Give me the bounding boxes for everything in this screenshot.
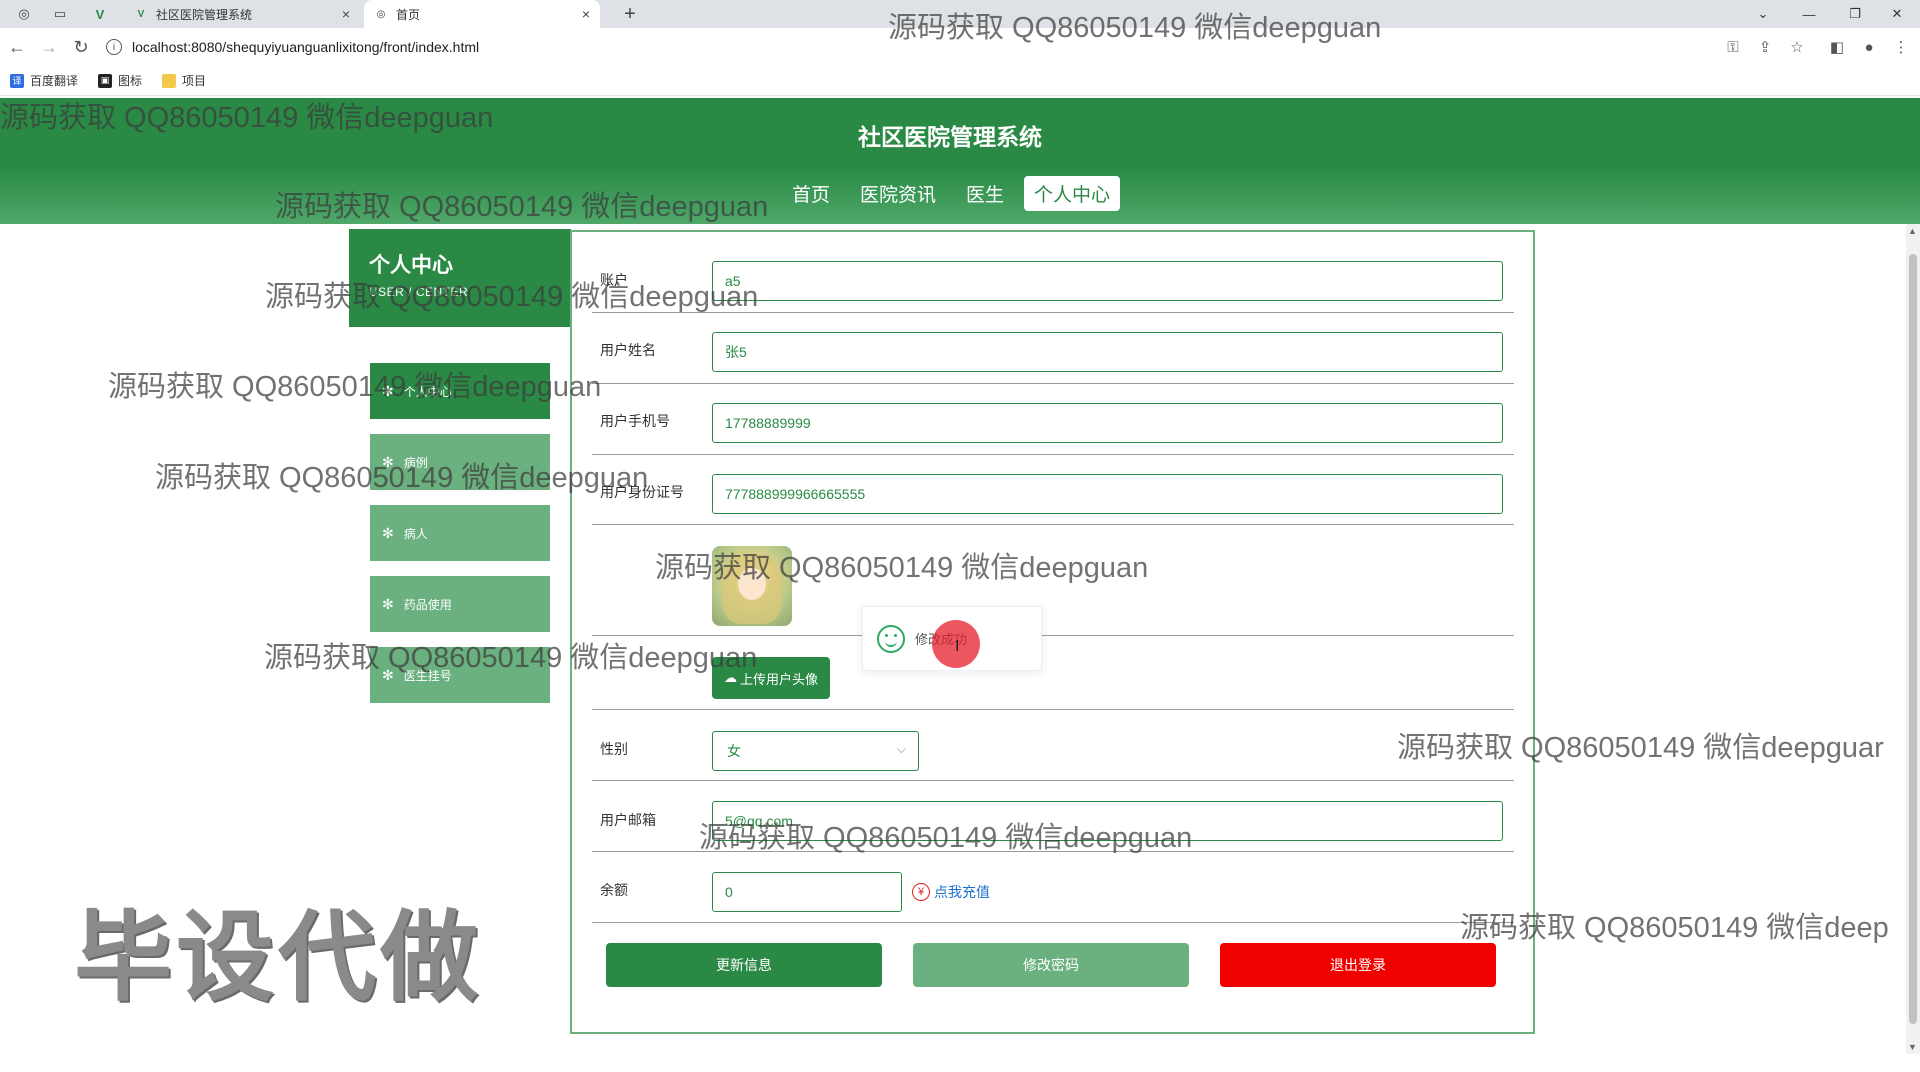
tab-home[interactable]: ◎ 首页 × — [364, 0, 600, 28]
pinned-tab-1[interactable]: ◎ — [8, 0, 40, 28]
scroll-down-icon[interactable]: ▼ — [1908, 1042, 1917, 1052]
snowflake-icon: ✻ — [382, 524, 394, 541]
folder-icon — [162, 73, 177, 88]
account-input[interactable]: a5 — [712, 261, 1503, 301]
phone-input[interactable]: 17788889999 — [712, 403, 1503, 443]
translate-icon: 译 — [10, 73, 24, 88]
balance-label: 余额 — [600, 882, 628, 898]
gender-select[interactable]: 女 ⌵ — [712, 731, 919, 771]
logout-button[interactable]: 退出登录 — [1220, 943, 1496, 987]
back-icon[interactable]: ← — [6, 36, 28, 58]
watermark-big: 毕设代做 — [74, 902, 483, 1012]
sidebar-item-patients[interactable]: ✻ 病人 — [370, 505, 550, 561]
pinned-tab-2[interactable]: ▭ — [44, 0, 76, 28]
tab-hospital-system[interactable]: V 社区医院管理系统 × — [124, 0, 360, 28]
sidebar-item-registration[interactable]: ✻ 医生挂号 — [370, 647, 550, 703]
forward-icon[interactable]: → — [38, 36, 60, 58]
image-icon: ▣ — [98, 73, 113, 88]
close-tab-icon[interactable]: × — [342, 6, 350, 22]
reload-icon[interactable]: ↻ — [70, 36, 92, 58]
name-label: 用户姓名 — [600, 342, 656, 358]
site-title: 社区医院管理系统 — [858, 124, 1042, 150]
pinned-tab-3[interactable]: V — [84, 0, 116, 28]
info-icon[interactable]: i — [106, 39, 122, 55]
restore-icon[interactable]: ❐ — [1832, 0, 1878, 28]
divider — [592, 709, 1514, 710]
nav-news[interactable]: 医院资讯 — [850, 176, 946, 211]
tab-title: 首页 — [396, 7, 421, 22]
nav-doctors[interactable]: 医生 — [956, 176, 1014, 211]
divider — [592, 780, 1514, 781]
sidebar-header: 个人中心 USER / CENTER — [349, 229, 571, 327]
divider — [592, 635, 1514, 636]
key-icon[interactable]: ⚿ — [1722, 36, 1744, 58]
close-tab-icon[interactable]: × — [582, 6, 590, 22]
chevron-down-icon: ⌵ — [896, 742, 906, 756]
snowflake-icon: ✻ — [382, 666, 394, 683]
snowflake-icon: ✻ — [382, 382, 394, 399]
sidebar-item-medicine[interactable]: ✻ 药品使用 — [370, 576, 550, 632]
bookmark-item[interactable]: 项目 — [162, 72, 206, 89]
divider — [592, 454, 1514, 455]
vue-icon: V — [137, 8, 145, 20]
nav-home[interactable]: 首页 — [782, 176, 840, 211]
divider — [592, 922, 1514, 923]
cloud-upload-icon: ☁ — [723, 670, 737, 685]
bookmark-item[interactable]: ▣ 图标 — [98, 72, 142, 89]
new-tab-button[interactable]: + — [616, 0, 644, 28]
sidebar-title: 个人中心 — [369, 254, 453, 277]
text-cursor-icon: I — [955, 638, 960, 655]
user-avatar — [712, 546, 792, 626]
globe-icon: ◎ — [376, 8, 386, 20]
divider — [592, 383, 1514, 384]
browser-tabstrip: ◎ ▭ V V 社区医院管理系统 × ◎ 首页 × + ⌄ — ❐ ✕ — [0, 0, 1920, 28]
page-scrollbar[interactable]: ▲ ▼ — [1906, 224, 1920, 1054]
tab-title: 社区医院管理系统 — [156, 7, 253, 22]
divider — [592, 851, 1514, 852]
close-window-icon[interactable]: ✕ — [1874, 0, 1920, 28]
change-password-button[interactable]: 修改密码 — [913, 943, 1189, 987]
account-label: 账户 — [600, 272, 628, 288]
menu-icon[interactable]: ⋮ — [1890, 36, 1912, 58]
sidebar-item-cases[interactable]: ✻ 病例 — [370, 434, 550, 490]
bookmark-item[interactable]: 译 百度翻译 — [10, 72, 78, 89]
star-icon[interactable]: ☆ — [1786, 36, 1808, 58]
email-label: 用户邮箱 — [600, 812, 656, 828]
scrollbar-thumb[interactable] — [1909, 254, 1917, 1024]
sidebar-subtitle: USER / CENTER — [369, 285, 469, 299]
sidebar-item-user-center[interactable]: ✻ 个人中心 — [370, 363, 550, 419]
share-icon[interactable]: ⇪ — [1754, 36, 1776, 58]
scroll-up-icon[interactable]: ▲ — [1908, 226, 1917, 236]
id-card-label: 用户身份证号 — [600, 484, 684, 500]
minimize-icon[interactable]: — — [1786, 0, 1832, 28]
tab-search-icon[interactable]: ⌄ — [1740, 0, 1786, 28]
main-nav: 首页 医院资讯 医生 个人中心 — [782, 176, 1130, 211]
update-info-button[interactable]: 更新信息 — [606, 943, 882, 987]
gender-label: 性别 — [600, 741, 628, 757]
smile-icon — [877, 624, 905, 653]
name-input[interactable]: 张5 — [712, 332, 1503, 372]
address-bar[interactable]: i localhost:8080/shequyiyuanguanlixitong… — [106, 33, 1746, 61]
id-card-input[interactable]: 777888999966665555 — [712, 474, 1503, 514]
divider — [592, 524, 1514, 525]
balance-input[interactable]: 0 — [712, 872, 902, 912]
recharge-link[interactable]: ¥ 点我充值 — [912, 882, 990, 902]
phone-label: 用户手机号 — [600, 413, 670, 429]
upload-avatar-button[interactable]: ☁ 上传用户头像 — [712, 657, 830, 699]
side-panel-icon[interactable]: ◧ — [1826, 36, 1848, 58]
yen-icon: ¥ — [912, 883, 930, 901]
site-header: 社区医院管理系统 首页 医院资讯 医生 个人中心 — [0, 98, 1920, 224]
vue-icon: V — [95, 6, 105, 22]
profile-icon[interactable]: ● — [1858, 36, 1880, 58]
email-input[interactable]: 5@qq.com — [712, 801, 1503, 841]
nav-user-center[interactable]: 个人中心 — [1024, 176, 1121, 211]
divider — [592, 312, 1514, 313]
browser-toolbar: ← → ↻ i localhost:8080/shequyiyuanguanli… — [0, 28, 1920, 66]
bookmarks-bar: 译 百度翻译 ▣ 图标 项目 — [0, 66, 1920, 96]
globe-icon: ◎ — [18, 6, 30, 21]
snowflake-icon: ✻ — [382, 453, 394, 470]
blank-page-icon: ▭ — [53, 6, 67, 21]
url-text: localhost:8080/shequyiyuanguanlixitong/f… — [132, 39, 480, 55]
snowflake-icon: ✻ — [382, 595, 394, 612]
